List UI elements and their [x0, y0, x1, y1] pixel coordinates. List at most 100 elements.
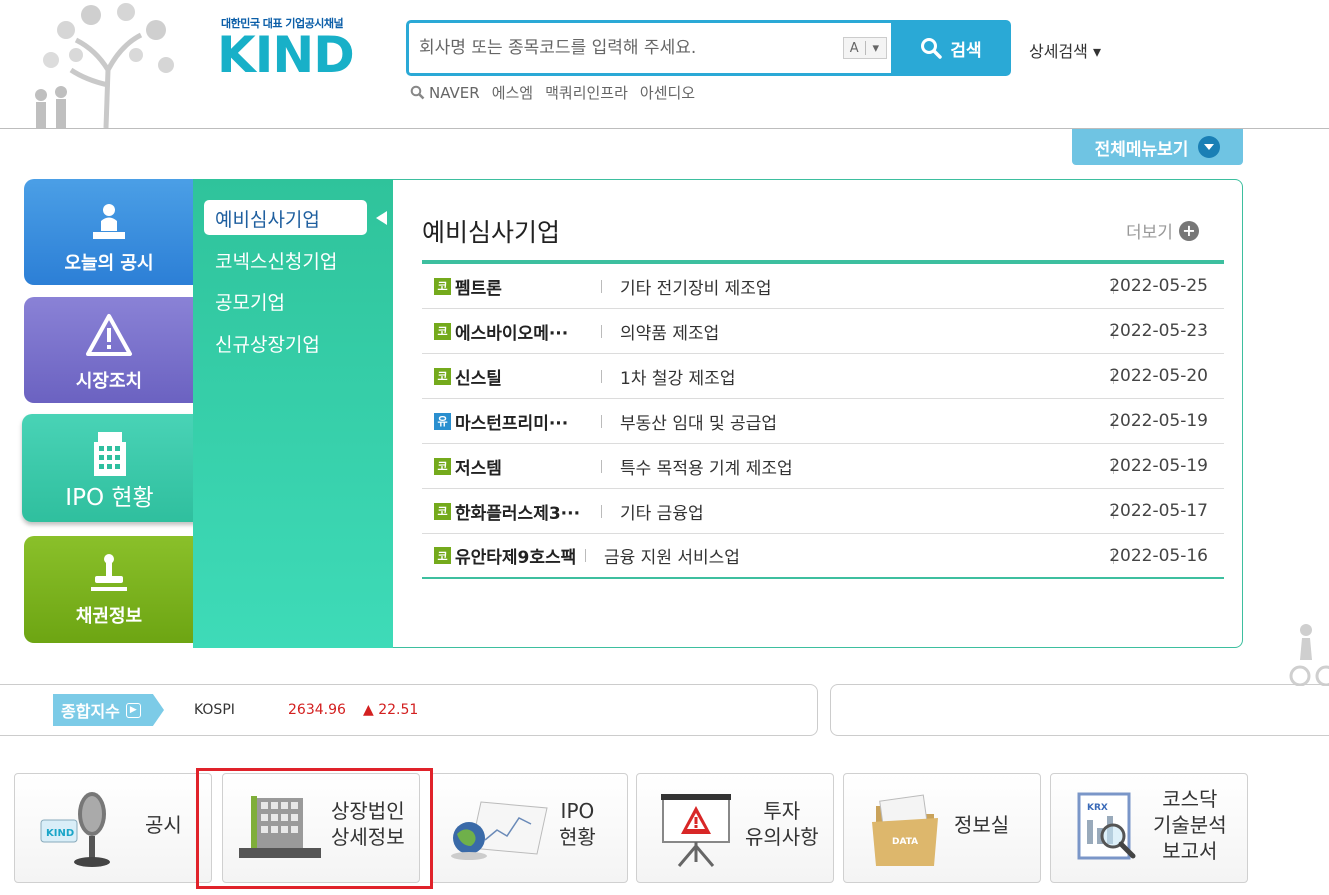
- popular-keywords: NAVER 에스엠 맥쿼리인프라 아센디오: [410, 82, 695, 103]
- warning-icon: [86, 314, 132, 356]
- kosdaq-badge: 코: [434, 322, 451, 340]
- table-row[interactable]: 코 저스템 특수 목적용 기계 제조업 2022-05-19: [422, 444, 1224, 489]
- report-magnifier-icon: KRX: [1077, 792, 1136, 860]
- company-name[interactable]: 에스바이오메···: [455, 319, 583, 344]
- tab-label: IPO 현황: [65, 485, 154, 511]
- ipo-submenu: 예비심사기업 코넥스신청기업 공모기업 신규상장기업: [193, 179, 396, 648]
- quick-link-disclosure[interactable]: KIND 공시: [14, 773, 212, 883]
- divider: [601, 504, 602, 518]
- submenu-item-public-offering[interactable]: 공모기업: [215, 288, 285, 315]
- quick-link-label: 공시: [145, 813, 182, 837]
- tab-market-action[interactable]: 시장조치: [24, 297, 194, 403]
- keyword-link[interactable]: NAVER: [429, 84, 480, 102]
- table-row[interactable]: 유 마스턴프리미··· 부동산 임대 및 공급업 2022-05-19: [422, 399, 1224, 444]
- more-link[interactable]: 더보기 +: [1126, 218, 1199, 243]
- cyclist-illustration-icon: [1289, 624, 1329, 686]
- date: 2022-05-19: [1109, 411, 1208, 431]
- header: 대한민국 대표 기업공시채널 KIND A ▾ 검색 상세검색 ▾ NAVER …: [0, 0, 1329, 129]
- date: 2022-05-17: [1109, 501, 1208, 521]
- person-podium-icon: [93, 204, 125, 239]
- table-row[interactable]: 코 유안타제9호스팩 금융 지원 서비스업 2022-05-16: [422, 534, 1224, 579]
- svg-text:KIND: KIND: [46, 828, 74, 839]
- tab-bond-info[interactable]: 채권정보: [24, 536, 194, 643]
- search-icon: [921, 38, 943, 59]
- lang-toggle-label: A: [849, 40, 859, 56]
- tab-ipo-status[interactable]: IPO 현황: [22, 414, 197, 522]
- search-input[interactable]: [419, 32, 819, 64]
- index-ticker: 종합지수 ▶ KOSPI 2634.96 ▲ 22.51: [0, 684, 818, 736]
- tab-label: 시장조치: [75, 371, 143, 392]
- kosdaq-badge: 코: [434, 502, 451, 520]
- company-name[interactable]: 저스템: [455, 454, 583, 479]
- date: 2022-05-19: [1109, 456, 1208, 476]
- chevron-down-icon: [1198, 136, 1221, 158]
- composite-index-button[interactable]: 종합지수 ▶: [53, 694, 164, 726]
- panel-title: 예비심사기업: [422, 218, 561, 247]
- logo-word: KIND: [217, 26, 355, 84]
- submenu-item-konex[interactable]: 코넥스신청기업: [215, 247, 337, 274]
- divider: [601, 414, 602, 428]
- globe-chart-icon: [451, 801, 548, 860]
- company-name[interactable]: 펨트론: [455, 274, 583, 299]
- company-name[interactable]: 유안타제9호스팩: [455, 543, 583, 568]
- all-menu-label: 전체메뉴보기: [1094, 139, 1189, 160]
- company-name[interactable]: 한화플러스제3···: [455, 499, 583, 524]
- quick-link-label: 코스닥 기술분석 보고서: [1153, 787, 1227, 863]
- search-button[interactable]: 검색: [891, 20, 1011, 76]
- tab-label: 오늘의 공시: [64, 253, 154, 274]
- preliminary-review-panel: 예비심사기업 더보기 + 코 펨트론 기타 전기장비 제조업 2022-05-2…: [393, 179, 1243, 648]
- stamp-icon: [91, 554, 127, 591]
- quick-link-info-room[interactable]: DATA 정보실: [843, 773, 1041, 883]
- date: 2022-05-16: [1109, 546, 1208, 566]
- index-value: 2634.96: [288, 702, 346, 718]
- keyword-link[interactable]: 아센디오: [640, 82, 695, 103]
- svg-text:KRX: KRX: [1087, 803, 1108, 813]
- divider: [585, 549, 586, 562]
- submenu-item-new-listing[interactable]: 신규상장기업: [215, 330, 320, 357]
- input-language-toggle[interactable]: A ▾: [843, 37, 887, 59]
- plus-icon: +: [1178, 220, 1199, 241]
- divider: [601, 324, 602, 338]
- divider: [601, 459, 602, 473]
- company-list: 코 펨트론 기타 전기장비 제조업 2022-05-25 코 에스바이오메···…: [422, 264, 1224, 579]
- quick-link-listed-company-info[interactable]: 상장법인 상세정보: [222, 773, 420, 883]
- search-icon: [410, 85, 425, 100]
- company-name[interactable]: 마스턴프리미···: [455, 409, 583, 434]
- kind-logo[interactable]: 대한민국 대표 기업공시채널 KIND: [215, 10, 385, 84]
- company-name[interactable]: 신스틸: [455, 364, 583, 389]
- quick-link-label: 투자 유의사항: [745, 799, 819, 849]
- microphone-icon: KIND: [40, 792, 110, 867]
- date: 2022-05-20: [1109, 366, 1208, 386]
- quick-link-investment-caution[interactable]: 투자 유의사항: [636, 773, 834, 883]
- date: 2022-05-23: [1109, 321, 1208, 341]
- quick-link-label: 정보실: [954, 813, 1010, 837]
- index-change: ▲ 22.51: [363, 702, 419, 718]
- kosdaq-badge: 코: [434, 547, 451, 564]
- table-row[interactable]: 코 한화플러스제3··· 기타 금융업 2022-05-17: [422, 489, 1224, 534]
- warning-board-icon: [661, 794, 731, 867]
- kosdaq-badge: 코: [434, 367, 451, 385]
- search-box: A ▾: [406, 20, 894, 76]
- keyword-link[interactable]: 에스엠: [492, 82, 533, 103]
- chevron-down-icon: ▾: [872, 40, 880, 56]
- advanced-search-link[interactable]: 상세검색 ▾: [1029, 38, 1101, 62]
- table-row[interactable]: 코 펨트론 기타 전기장비 제조업 2022-05-25: [422, 264, 1224, 309]
- secondary-ticker: [830, 684, 1329, 736]
- quick-link-label: IPO 현황: [559, 799, 596, 849]
- more-label: 더보기: [1126, 223, 1173, 243]
- folder-data-icon: DATA: [872, 794, 938, 866]
- office-building-icon: [239, 796, 321, 858]
- quick-link-kosdaq-tech-report[interactable]: KRX 코스닥 기술분석 보고서: [1050, 773, 1248, 883]
- submenu-item-preliminary[interactable]: 예비심사기업: [204, 200, 367, 235]
- divider: [601, 369, 602, 383]
- svg-text:DATA: DATA: [892, 837, 918, 847]
- tree-illustration-icon: [35, 3, 174, 128]
- divider: [601, 279, 602, 293]
- quick-link-ipo-status[interactable]: IPO 현황: [430, 773, 628, 883]
- tab-today-disclosure[interactable]: 오늘의 공시: [24, 179, 194, 285]
- table-row[interactable]: 코 신스틸 1차 철강 제조업 2022-05-20: [422, 354, 1224, 399]
- keyword-link[interactable]: 맥쿼리인프라: [545, 82, 628, 103]
- all-menu-button[interactable]: 전체메뉴보기: [1072, 129, 1243, 165]
- search-button-label: 검색: [950, 40, 982, 61]
- table-row[interactable]: 코 에스바이오메··· 의약품 제조업 2022-05-23: [422, 309, 1224, 354]
